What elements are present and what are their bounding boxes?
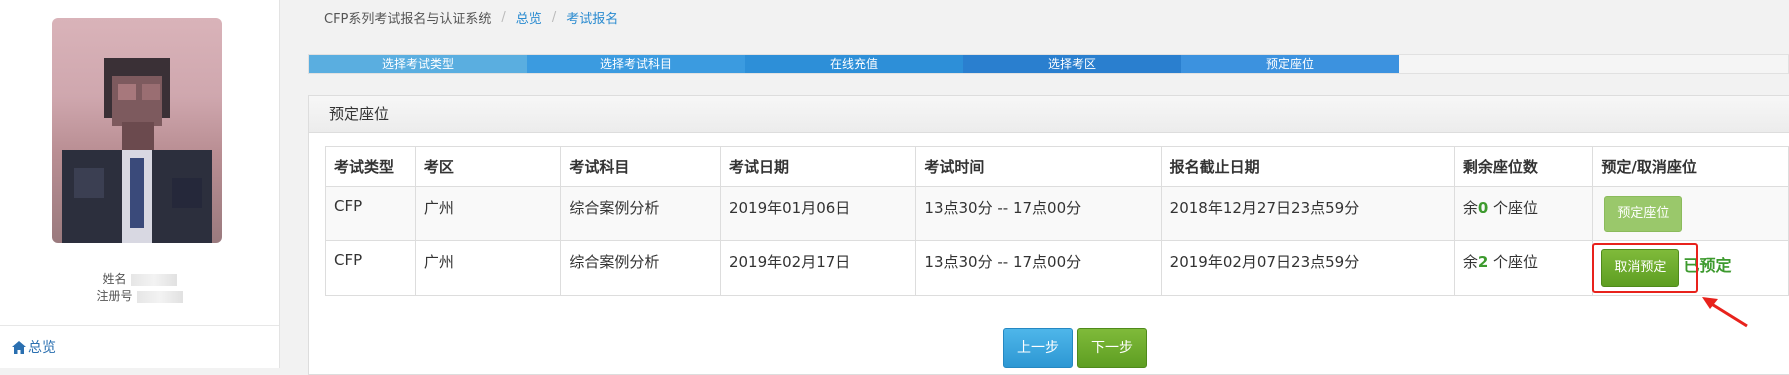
breadcrumb: CFP系列考试报名与认证系统 / 总览 / 考试报名 <box>308 0 1789 34</box>
name-value-blurred <box>130 273 177 286</box>
cancel-reservation-button[interactable]: 取消预定 <box>1601 249 1680 287</box>
col-exam-date: 考试日期 <box>719 146 917 187</box>
cell-exam-area: 广州 <box>414 186 562 241</box>
step-exam-area: 选择考区 <box>963 55 1181 73</box>
cell-exam-subject: 综合案例分析 <box>560 240 721 296</box>
step-exam-type: 选择考试类型 <box>309 55 527 73</box>
cell-action: 预定座位 <box>1592 186 1789 241</box>
sidebar-item-label: 总览 <box>28 340 56 356</box>
cell-action: 取消预定 已预定 <box>1592 240 1789 296</box>
name-label: 姓名 <box>102 272 127 286</box>
table-row: CFP 广州 综合案例分析 2019年01月06日 13点30分 -- 17点0… <box>325 186 1789 241</box>
cell-exam-date: 2019年01月06日 <box>719 186 917 241</box>
breadcrumb-system: CFP系列考试报名与认证系统 <box>324 11 492 27</box>
seats-count: 2 <box>1477 253 1489 271</box>
breadcrumb-current[interactable]: 考试报名 <box>566 8 618 27</box>
seats-count: 0 <box>1477 199 1489 217</box>
cell-exam-type: CFP <box>325 186 416 241</box>
col-seats: 剩余座位数 <box>1453 146 1594 187</box>
progress-steps: 选择考试类型 选择考试科目 在线充值 选择考区 预定座位 <box>308 54 1789 74</box>
seats-prefix: 余 <box>1462 199 1478 217</box>
cell-deadline: 2018年12月27日23点59分 <box>1160 186 1455 241</box>
table-header-row: 考试类型 考区 考试科目 考试日期 考试时间 报名截止日期 剩余座位数 预定/取… <box>325 146 1789 187</box>
reg-value-blurred <box>136 290 183 303</box>
breadcrumb-separator: / <box>501 9 506 25</box>
seats-prefix: 余 <box>1462 253 1478 271</box>
cell-exam-subject: 综合案例分析 <box>560 186 721 241</box>
reserve-seat-button[interactable]: 预定座位 <box>1604 196 1683 232</box>
col-exam-subject: 考试科目 <box>560 146 721 187</box>
reserved-status: 已预定 <box>1683 256 1732 275</box>
cell-exam-type: CFP <box>325 240 416 296</box>
sidebar-item-overview[interactable]: 总览 <box>0 325 279 368</box>
cell-exam-time: 13点30分 -- 17点00分 <box>915 240 1162 296</box>
breadcrumb-separator: / <box>551 9 557 25</box>
cell-exam-date: 2019年02月17日 <box>719 240 917 296</box>
reg-label: 注册号 <box>96 289 133 303</box>
col-exam-time: 考试时间 <box>915 146 1162 187</box>
cell-deadline: 2019年02月07日23点59分 <box>1160 240 1455 296</box>
avatar <box>52 18 222 243</box>
prev-step-button[interactable]: 上一步 <box>1003 328 1073 368</box>
cell-exam-area: 广州 <box>414 240 562 296</box>
exam-table: 考试类型 考区 考试科目 考试日期 考试时间 报名截止日期 剩余座位数 预定/取… <box>325 146 1789 296</box>
next-step-button[interactable]: 下一步 <box>1077 328 1147 368</box>
col-deadline: 报名截止日期 <box>1160 146 1455 187</box>
home-icon <box>12 340 26 354</box>
seats-suffix: 个座位 <box>1488 253 1539 271</box>
col-action: 预定/取消座位 <box>1592 146 1789 187</box>
cell-exam-time: 13点30分 -- 17点00分 <box>915 186 1162 241</box>
table-row: CFP 广州 综合案例分析 2019年02月17日 13点30分 -- 17点0… <box>325 240 1789 296</box>
step-reserve-seat: 预定座位 <box>1181 55 1399 73</box>
profile-reg: 注册号 <box>0 287 279 304</box>
seats-suffix: 个座位 <box>1488 199 1539 217</box>
col-exam-type: 考试类型 <box>325 146 416 187</box>
step-online-recharge: 在线充值 <box>745 55 963 73</box>
cell-seats: 余0 个座位 <box>1453 186 1594 241</box>
step-exam-subject: 选择考试科目 <box>527 55 745 73</box>
sidebar: 姓名 注册号 总览 <box>0 0 280 368</box>
main-content: CFP系列考试报名与认证系统 / 总览 / 考试报名 选择考试类型 选择考试科目… <box>308 0 1789 375</box>
profile-name: 姓名 <box>0 270 279 287</box>
cell-seats: 余2 个座位 <box>1453 240 1594 296</box>
panel-title: 预定座位 <box>309 96 1789 133</box>
col-exam-area: 考区 <box>414 146 562 187</box>
red-arrow-icon <box>1702 297 1748 328</box>
breadcrumb-overview-link[interactable]: 总览 <box>516 8 542 27</box>
